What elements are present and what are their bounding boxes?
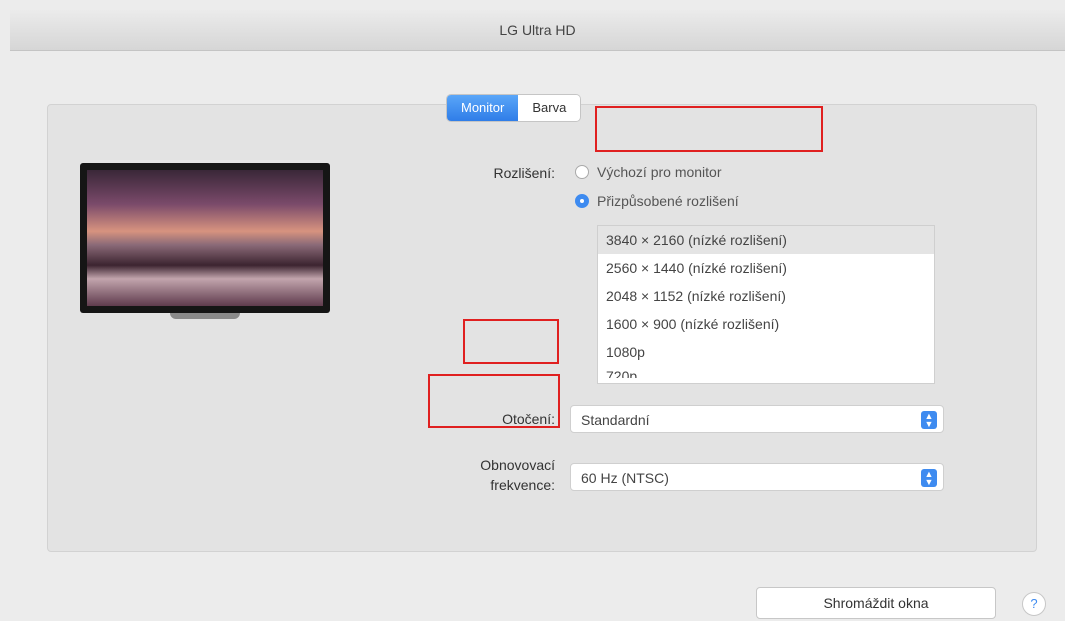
radio-default-resolution[interactable]: Výchozí pro monitor bbox=[575, 164, 722, 180]
resolution-label: Rozlišení: bbox=[493, 165, 555, 181]
refresh-rate-value: 60 Hz (NTSC) bbox=[581, 470, 669, 486]
resolution-item[interactable]: 720p bbox=[598, 366, 934, 378]
gather-windows-button[interactable]: Shromáždit okna bbox=[756, 587, 996, 619]
resolution-item[interactable]: 2560 × 1440 (nízké rozlišení) bbox=[598, 254, 934, 282]
annotation-box-2 bbox=[463, 319, 559, 364]
refresh-label-line1: Obnovovací bbox=[480, 457, 555, 473]
radio-label: Přizpůsobené rozlišení bbox=[597, 193, 739, 209]
resolution-item[interactable]: 1080p bbox=[598, 338, 934, 366]
annotation-box-1 bbox=[595, 106, 823, 152]
refresh-label: Obnovovací frekvence: bbox=[445, 455, 555, 495]
select-arrows-icon: ▲ ▼ bbox=[921, 469, 937, 487]
radio-label: Výchozí pro monitor bbox=[597, 164, 722, 180]
window-title: LG Ultra HD bbox=[499, 22, 576, 38]
resolution-item[interactable]: 3840 × 2160 (nízké rozlišení) bbox=[598, 226, 934, 254]
monitor-wallpaper bbox=[87, 170, 323, 306]
window-titlebar: LG Ultra HD bbox=[10, 10, 1065, 51]
resolution-list[interactable]: 3840 × 2160 (nízké rozlišení) 2560 × 144… bbox=[597, 225, 935, 384]
refresh-rate-select[interactable]: 60 Hz (NTSC) ▲ ▼ bbox=[570, 463, 944, 491]
radio-custom-resolution[interactable]: Přizpůsobené rozlišení bbox=[575, 193, 739, 209]
refresh-label-line2: frekvence: bbox=[490, 477, 555, 493]
radio-button[interactable] bbox=[575, 165, 589, 179]
monitor-stand bbox=[170, 313, 240, 319]
radio-button-selected[interactable] bbox=[575, 194, 589, 208]
annotation-box-3 bbox=[428, 374, 560, 428]
tab-monitor[interactable]: Monitor bbox=[447, 95, 519, 121]
resolution-item[interactable]: 2048 × 1152 (nízké rozlišení) bbox=[598, 282, 934, 310]
resolution-item[interactable]: 1600 × 900 (nízké rozlišení) bbox=[598, 310, 934, 338]
monitor-image bbox=[80, 163, 330, 319]
select-arrows-icon: ▲ ▼ bbox=[921, 411, 937, 429]
tab-bar: Monitor Barva bbox=[447, 95, 581, 121]
rotation-select[interactable]: Standardní ▲ ▼ bbox=[570, 405, 944, 433]
rotation-value: Standardní bbox=[581, 412, 650, 428]
help-icon[interactable]: ? bbox=[1022, 592, 1046, 616]
tab-color[interactable]: Barva bbox=[518, 95, 581, 121]
